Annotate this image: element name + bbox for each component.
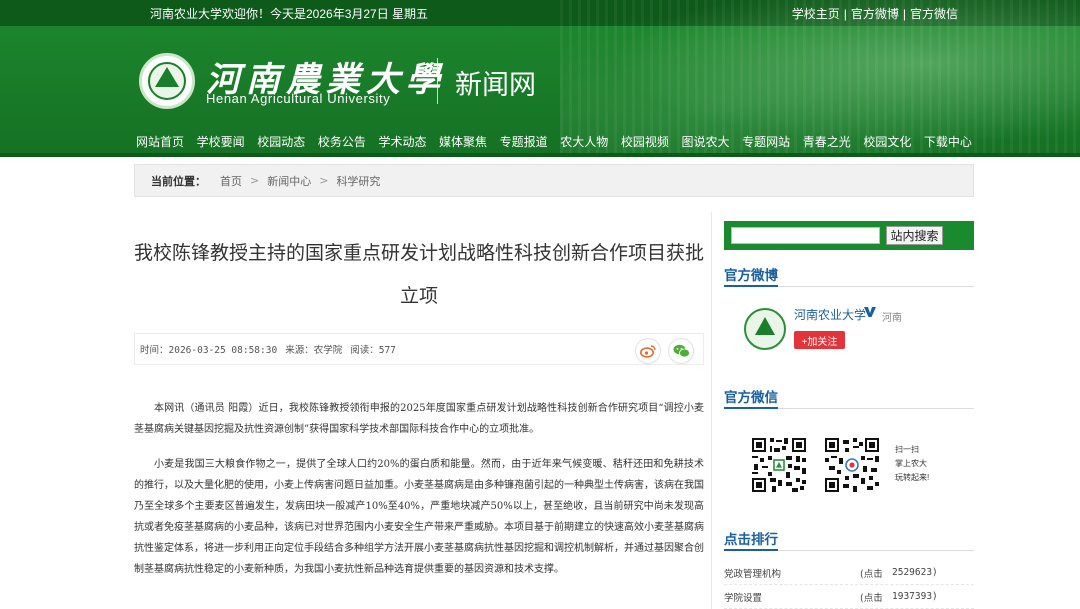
weixin-section-title: 官方微信 (724, 389, 778, 409)
nav-item-announcements[interactable]: 校务公告 (316, 133, 368, 150)
meta-views-label: 阅读： (350, 345, 379, 356)
ranking-item-clicks: 2529623) (892, 567, 938, 578)
search-button[interactable]: 站内搜索 (886, 226, 943, 245)
ranking-item-name[interactable]: 党政管理机构 (724, 566, 860, 580)
nav-item-videos[interactable]: 校园视频 (619, 133, 671, 150)
meta-source: 来源：农学院 (285, 342, 342, 356)
verified-v-icon (864, 307, 876, 317)
share-wechat-button[interactable] (668, 338, 694, 364)
top-links: 学校主页 | 官方微博 | 官方微信 (792, 5, 958, 22)
weibo-section-title: 官方微博 (724, 267, 778, 287)
qr-note-line: 玩转起来! (895, 473, 930, 482)
column-divider (711, 212, 712, 609)
nav-item-photos[interactable]: 图说农大 (679, 133, 731, 150)
ranking-list: 党政管理机构 (点击 2529623) 学院设置 (点击 1937393) (724, 561, 974, 609)
nav-item-special-sites[interactable]: 专题网站 (740, 133, 792, 150)
breadcrumb-news-center[interactable]: 新闻中心 (267, 173, 311, 189)
article-title: 我校陈锋教授主持的国家重点研发计划战略性科技创新合作项目获批立项 (134, 243, 705, 307)
top-link-weibo[interactable]: 官方微博 (851, 7, 899, 21)
nav-item-people[interactable]: 农大人物 (558, 133, 610, 150)
ranking-section-title: 点击排行 (724, 531, 778, 551)
meta-views: 阅读：577 (350, 342, 396, 356)
ranking-section-header: 点击排行 (724, 531, 974, 551)
wechat-icon (673, 344, 690, 358)
site-header: 河南农业大学欢迎你！今天是2026年3月27日 星期五 学校主页 | 官方微博 | 官方… (0, 0, 1080, 157)
meta-time: 时间：2026-03-25 08:58:30 (140, 342, 277, 356)
ranking-item-name[interactable]: 学院设置 (724, 590, 860, 604)
breadcrumb-research[interactable]: 科学研究 (336, 173, 380, 189)
welcome-text: 河南农业大学欢迎你！今天是2026年3月27日 星期五 (150, 7, 429, 21)
share-weibo-button[interactable] (635, 338, 661, 364)
weibo-qr-code (823, 436, 881, 494)
list-item: 学院设置 (点击 1937393) (724, 585, 974, 609)
main-nav: 网站首页 学校要闻 校园动态 校务公告 学术动态 媒体聚焦 专题报道 农大人物 … (134, 128, 974, 154)
nav-item-school-news[interactable]: 学校要闻 (195, 133, 247, 150)
emblem-triangle (155, 67, 179, 87)
nav-item-youth[interactable]: 青春之光 (801, 133, 853, 150)
nav-item-media[interactable]: 媒体聚焦 (437, 133, 489, 150)
weibo-section-header: 官方微博 (724, 267, 974, 287)
weibo-location: 河南 (882, 313, 902, 324)
article-paragraph: 小麦是我国三大粮食作物之一，提供了全球人口约20%的蛋白质和能量。然而，由于近年… (134, 459, 704, 575)
top-link-school-home[interactable]: 学校主页 (792, 7, 840, 21)
list-item: 党政管理机构 (点击 2529623) (724, 561, 974, 585)
university-emblem-logo[interactable] (139, 53, 195, 109)
article-body: 本网讯（通讯员 阳霞）近日，我校陈锋教授领衔申报的2025年度国家重点研发计划战… (134, 398, 704, 591)
breadcrumb: 当前位置： 首页 > 新闻中心 > 科学研究 (134, 164, 974, 197)
site-search: 站内搜索 (724, 221, 974, 250)
avatar-emblem (755, 317, 775, 335)
breadcrumb-label: 当前位置： (151, 175, 206, 188)
top-link-separator: | (902, 7, 906, 21)
meta-views-value: 577 (378, 345, 396, 356)
meta-source-value: 农学院 (313, 345, 343, 356)
nav-item-downloads[interactable]: 下载中心 (922, 133, 974, 150)
weibo-follow-button[interactable]: +加关注 (794, 331, 845, 349)
ranking-item-clicks: 1937393) (892, 591, 938, 602)
nav-item-campus-updates[interactable]: 校园动态 (255, 133, 307, 150)
weibo-icon (640, 345, 656, 358)
top-link-separator: | (843, 7, 847, 21)
breadcrumb-home[interactable]: 首页 (220, 173, 242, 189)
nav-item-home[interactable]: 网站首页 (134, 133, 186, 150)
nav-item-culture[interactable]: 校园文化 (861, 133, 913, 150)
logo-divider (437, 58, 438, 104)
nav-item-special-reports[interactable]: 专题报道 (498, 133, 550, 150)
nav-underline (0, 153, 1080, 157)
ranking-click-label: (点击 (860, 568, 883, 580)
article-paragraph: 本网讯（通讯员 阳霞）近日，我校陈锋教授领衔申报的2025年度国家重点研发计划战… (134, 403, 704, 435)
qr-note-line: 掌上农大 (895, 459, 927, 468)
wechat-qr-code (750, 436, 808, 494)
qr-note: 扫一扫 掌上农大 玩转起来! (895, 443, 929, 485)
meta-time-value: 2026-03-25 08:58:30 (168, 345, 278, 356)
nav-item-academic[interactable]: 学术动态 (376, 133, 428, 150)
meta-source-label: 来源： (285, 345, 314, 356)
weibo-account-name[interactable]: 河南农业大学 (794, 306, 866, 323)
logo-english-name: Henan Agricultural University (206, 91, 391, 106)
chevron-right-icon: > (319, 174, 329, 187)
article-meta: 时间：2026-03-25 08:58:30 来源：农学院 阅读：577 (134, 333, 704, 365)
top-link-weixin[interactable]: 官方微信 (910, 7, 958, 21)
search-input[interactable] (731, 227, 880, 244)
chevron-right-icon: > (250, 174, 260, 187)
qr-note-line: 扫一扫 (895, 445, 919, 454)
weixin-section-header: 官方微信 (724, 389, 974, 409)
weibo-avatar[interactable] (744, 308, 786, 350)
meta-time-label: 时间： (140, 345, 169, 356)
site-title[interactable]: 新闻网 (455, 63, 536, 102)
ranking-click-label: (点击 (860, 592, 883, 604)
